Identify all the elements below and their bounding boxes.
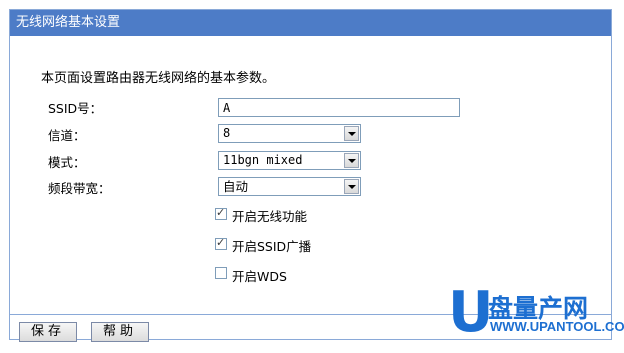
upantool-watermark-logo: U 盘量产网 WWW.UPANTOOL.COM: [448, 280, 624, 349]
mode-value: 11bgn mixed: [223, 153, 303, 167]
bandwidth-value: 自动: [223, 179, 249, 194]
logo-u-letter: U: [448, 280, 494, 345]
enable-wds-checkbox[interactable]: [215, 267, 227, 279]
mode-label: 模式：: [48, 155, 86, 170]
panel-title: 无线网络基本设置: [10, 10, 611, 36]
bandwidth-label: 频段带宽：: [48, 181, 111, 196]
intro-text: 本页面设置路由器无线网络的基本参数。: [41, 71, 276, 86]
ssid-label: SSID号：: [48, 101, 103, 116]
chevron-down-icon[interactable]: [344, 179, 359, 194]
help-button[interactable]: 帮助: [91, 322, 149, 342]
enable-ssid-broadcast-checkbox[interactable]: [215, 236, 227, 250]
bandwidth-select[interactable]: 自动: [218, 177, 361, 196]
enable-ssid-broadcast-label: 开启SSID广播: [232, 239, 312, 254]
save-button[interactable]: 保存: [19, 322, 77, 342]
chevron-down-icon[interactable]: [344, 153, 359, 168]
channel-value: 8: [223, 126, 231, 140]
chevron-down-icon[interactable]: [344, 126, 359, 141]
channel-label: 信道：: [48, 128, 86, 143]
logo-en-text: WWW.UPANTOOL.COM: [490, 319, 624, 334]
enable-wireless-label: 开启无线功能: [232, 209, 308, 224]
ssid-input[interactable]: [218, 98, 460, 117]
channel-select[interactable]: 8: [218, 124, 361, 143]
enable-wireless-checkbox[interactable]: [215, 206, 227, 220]
enable-wds-label: 开启WDS: [232, 269, 287, 284]
mode-select[interactable]: 11bgn mixed: [218, 151, 361, 170]
